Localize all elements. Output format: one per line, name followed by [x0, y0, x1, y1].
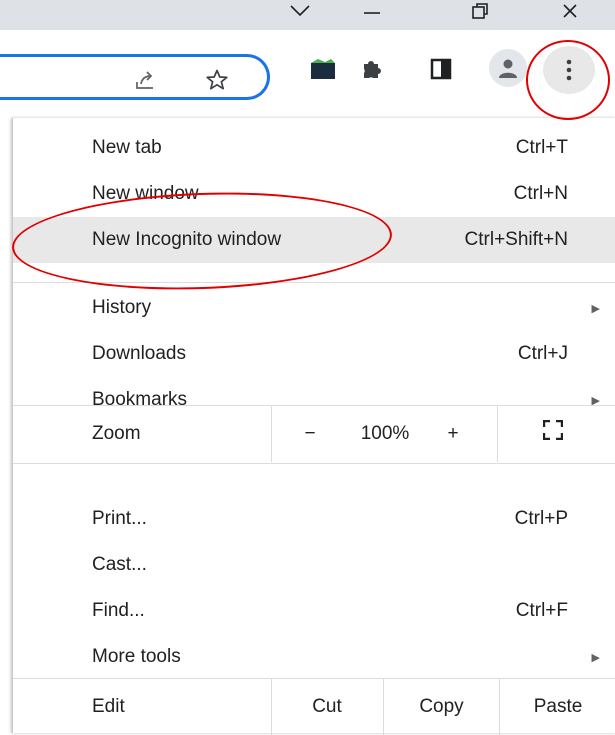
- menu-item-label: History: [92, 297, 152, 318]
- menu-item-shortcut: Ctrl+J: [517, 343, 568, 364]
- menu-divider: [13, 282, 615, 283]
- puzzle-icon: [364, 61, 381, 78]
- extension-app-icon: [311, 59, 335, 79]
- side-panel-button[interactable]: [426, 54, 456, 84]
- zoom-in-button[interactable]: +: [428, 406, 478, 462]
- menu-item-label: New tab: [92, 137, 162, 158]
- menu-item-find[interactable]: Find... Ctrl+F: [13, 588, 615, 634]
- chevron-down-icon: [290, 5, 310, 17]
- menu-item-cast[interactable]: Cast...: [13, 542, 615, 588]
- menu-item-label: Print...: [92, 508, 147, 529]
- restore-icon: [472, 3, 488, 19]
- close-window-button[interactable]: [550, 0, 590, 26]
- menu-item-shortcut: Ctrl+N: [513, 183, 568, 204]
- share-button[interactable]: [130, 65, 160, 95]
- paste-button[interactable]: Paste: [500, 679, 615, 735]
- menu-item-more-tools[interactable]: More tools ▶: [13, 634, 615, 680]
- title-bar: [0, 0, 615, 30]
- menu-item-downloads[interactable]: Downloads Ctrl+J: [13, 331, 615, 377]
- menu-item-new-incognito-window[interactable]: New Incognito window Ctrl+Shift+N: [13, 217, 615, 263]
- cut-button[interactable]: Cut: [272, 679, 382, 735]
- extensions-button[interactable]: [357, 54, 387, 84]
- menu-item-label: New window: [92, 183, 199, 204]
- chrome-menu-button[interactable]: [543, 46, 595, 94]
- star-icon: [206, 69, 228, 90]
- profile-icon: [499, 59, 517, 78]
- menu-item-label: More tools: [92, 646, 181, 667]
- submenu-arrow-icon: ▶: [591, 302, 600, 315]
- menu-divider: [497, 406, 498, 462]
- menu-edit-row: Edit Cut Copy Paste: [13, 679, 615, 735]
- close-icon: [563, 4, 577, 18]
- restore-button[interactable]: [460, 0, 500, 26]
- menu-item-label: Cast...: [92, 554, 147, 575]
- address-bar[interactable]: [0, 54, 270, 100]
- menu-divider: [271, 406, 272, 462]
- menu-item-new-window[interactable]: New window Ctrl+N: [13, 171, 615, 217]
- fullscreen-icon: [543, 420, 563, 440]
- menu-item-label: Downloads: [92, 343, 186, 364]
- three-dots-vertical-icon: [566, 59, 572, 81]
- menu-item-shortcut: Ctrl+P: [514, 508, 568, 529]
- bookmark-star-button[interactable]: [202, 65, 232, 95]
- menu-item-history[interactable]: History ▶: [13, 285, 615, 331]
- menu-zoom-row: Zoom − 100% +: [13, 406, 615, 462]
- side-panel-icon: [430, 58, 452, 80]
- copy-button[interactable]: Copy: [384, 679, 499, 735]
- share-icon: [136, 71, 153, 89]
- menu-divider: [13, 463, 615, 464]
- extension-app-button[interactable]: [308, 54, 338, 84]
- menu-item-label: Edit: [92, 696, 125, 717]
- fullscreen-button[interactable]: [523, 406, 583, 462]
- menu-item-print[interactable]: Print... Ctrl+P: [13, 496, 615, 542]
- menu-item-shortcut: Ctrl+Shift+N: [464, 229, 568, 250]
- minimize-button[interactable]: [352, 0, 392, 26]
- chrome-main-menu: New tab Ctrl+T New window Ctrl+N New Inc…: [12, 118, 615, 735]
- menu-item-label: Zoom: [92, 423, 141, 444]
- zoom-level: 100%: [360, 423, 410, 444]
- menu-item-label: New Incognito window: [92, 229, 282, 250]
- profile-button[interactable]: [489, 49, 527, 87]
- submenu-arrow-icon: ▶: [591, 651, 600, 664]
- tab-search-button[interactable]: [280, 0, 320, 26]
- menu-item-label: Find...: [92, 600, 145, 621]
- minimize-icon: [364, 12, 380, 14]
- menu-item-new-tab[interactable]: New tab Ctrl+T: [13, 125, 615, 171]
- menu-item-shortcut: Ctrl+F: [515, 600, 568, 621]
- zoom-out-button[interactable]: −: [285, 406, 335, 462]
- menu-item-shortcut: Ctrl+T: [515, 137, 568, 158]
